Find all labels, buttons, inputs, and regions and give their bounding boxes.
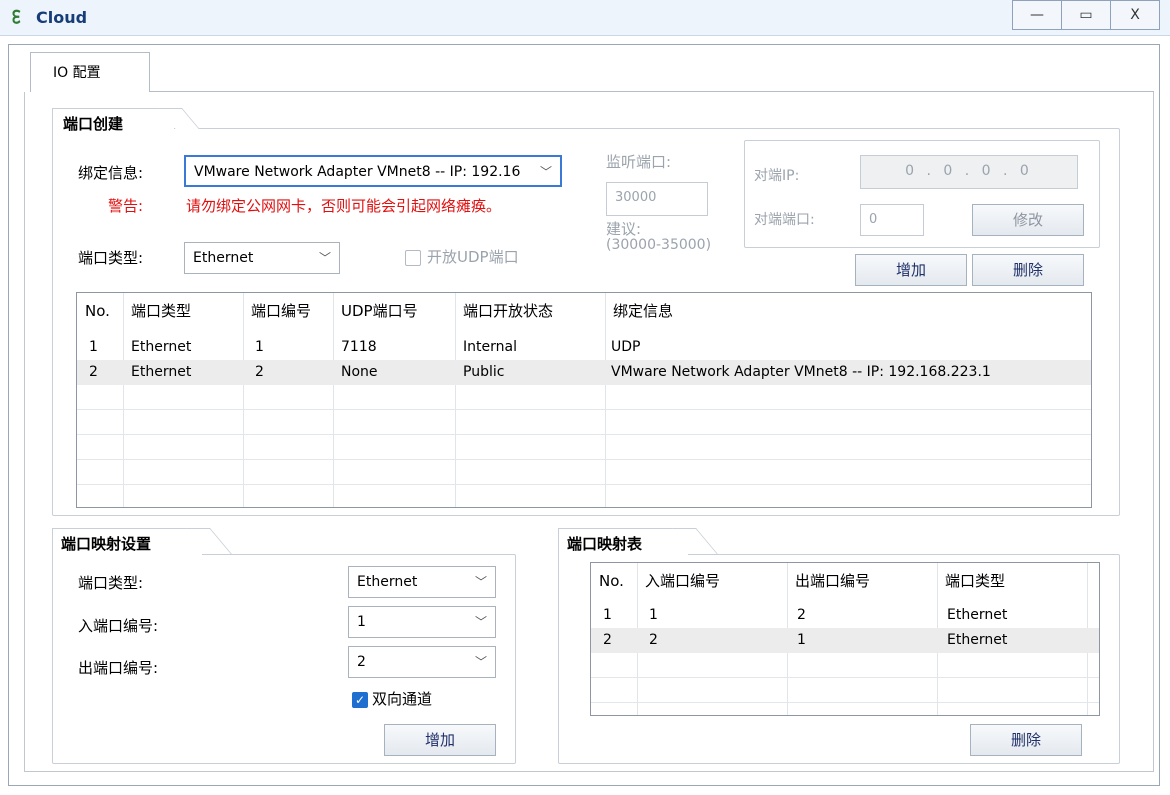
- cell-bind: UDP: [611, 339, 641, 355]
- chevron-down-icon: ﹀: [474, 615, 487, 629]
- map-type-label: 端口类型:: [78, 574, 144, 592]
- cell-no: 1: [603, 607, 612, 623]
- ports-table[interactable]: No. 端口类型 端口编号 UDP端口号 端口开放状态 绑定信息 1 Ether…: [76, 292, 1092, 508]
- cell-out: 1: [797, 632, 806, 648]
- map-header-type[interactable]: 端口类型: [937, 563, 1005, 599]
- cell-udp: None: [341, 364, 378, 380]
- listen-port-label: 监听端口:: [606, 153, 672, 171]
- in-port-value: 1: [357, 614, 366, 630]
- modify-button[interactable]: 修改: [972, 204, 1084, 236]
- peer-port-input[interactable]: 0: [860, 204, 924, 236]
- cell-in: 1: [649, 607, 658, 623]
- port-type-select-value: Ethernet: [193, 250, 254, 266]
- mapping-table[interactable]: No. 入端口编号 出端口编号 端口类型 1 1 2 Ethernet 2 2 …: [590, 562, 1100, 716]
- peer-ip-input[interactable]: 0 . 0 . 0 . 0: [860, 155, 1078, 189]
- map-header-in[interactable]: 入端口编号: [637, 563, 720, 599]
- map-header-no[interactable]: No.: [591, 563, 624, 599]
- chevron-down-icon: ﹀: [539, 165, 552, 179]
- cell-no: 2: [603, 632, 612, 648]
- chevron-down-icon: ﹀: [474, 575, 487, 589]
- chevron-down-icon: ﹀: [474, 655, 487, 669]
- bind-label: 绑定信息:: [78, 164, 144, 182]
- add-mapping-button[interactable]: 增加: [384, 724, 496, 756]
- cell-number: 1: [255, 339, 264, 355]
- ports-header-no[interactable]: No.: [77, 293, 110, 329]
- out-port-value: 2: [357, 654, 366, 670]
- map-header-out[interactable]: 出端口编号: [787, 563, 870, 599]
- mapping-settings-heading: 端口映射设置: [52, 528, 202, 560]
- add-port-button[interactable]: 增加: [855, 254, 967, 286]
- cell-type: Ethernet: [131, 339, 192, 355]
- peer-port-label: 对端端口:: [754, 212, 815, 228]
- ports-header-udp[interactable]: UDP端口号: [333, 293, 418, 329]
- warning-label: 警告:: [108, 197, 144, 215]
- cell-type: Ethernet: [131, 364, 192, 380]
- suggest-range: (30000-35000): [606, 237, 712, 253]
- table-row[interactable]: 2 2 1 Ethernet: [591, 628, 1099, 653]
- table-row[interactable]: 1 Ethernet 1 7118 Internal UDP: [77, 335, 1091, 360]
- title-bar: [0, 0, 1170, 36]
- table-row[interactable]: 1 1 2 Ethernet: [591, 603, 1099, 628]
- bind-select[interactable]: VMware Network Adapter VMnet8 -- IP: 192…: [184, 155, 562, 187]
- open-udp-checkbox[interactable]: [405, 250, 421, 266]
- out-port-label: 出端口编号:: [78, 659, 159, 677]
- cell-type: Ethernet: [947, 607, 1008, 623]
- ports-header-bind[interactable]: 绑定信息: [605, 293, 673, 329]
- bind-select-value: VMware Network Adapter VMnet8 -- IP: 192…: [194, 164, 521, 180]
- cell-status: Public: [463, 364, 505, 380]
- delete-port-button[interactable]: 删除: [972, 254, 1084, 286]
- cell-number: 2: [255, 364, 264, 380]
- tab-io-config[interactable]: IO 配置: [30, 52, 150, 92]
- bidirectional-label: 双向通道: [372, 690, 433, 708]
- cell-bind: VMware Network Adapter VMnet8 -- IP: 192…: [611, 364, 991, 380]
- port-create-heading: 端口创建: [52, 108, 174, 142]
- map-type-select[interactable]: Ethernet ﹀: [348, 566, 496, 598]
- cell-no: 2: [89, 364, 98, 380]
- in-port-label: 入端口编号:: [78, 617, 159, 635]
- peer-ip-label: 对端IP:: [754, 168, 800, 184]
- open-udp-label: 开放UDP端口: [427, 248, 519, 266]
- in-port-select[interactable]: 1 ﹀: [348, 606, 496, 638]
- table-row[interactable]: 2 Ethernet 2 None Public VMware Network …: [77, 360, 1091, 385]
- out-port-select[interactable]: 2 ﹀: [348, 646, 496, 678]
- close-button[interactable]: X: [1110, 0, 1160, 30]
- window-title: Cloud: [36, 8, 88, 27]
- ports-header-number[interactable]: 端口编号: [243, 293, 311, 329]
- cell-out: 2: [797, 607, 806, 623]
- ports-header-type[interactable]: 端口类型: [123, 293, 191, 329]
- listen-port-input[interactable]: 30000: [606, 182, 708, 216]
- warning-text: 请勿绑定公网网卡，否则可能会引起网络瘫痪。: [186, 197, 502, 215]
- mapping-table-heading: 端口映射表: [558, 528, 688, 560]
- ports-header-status[interactable]: 端口开放状态: [455, 293, 553, 329]
- cell-in: 2: [649, 632, 658, 648]
- port-type-label: 端口类型:: [78, 249, 144, 267]
- cell-no: 1: [89, 339, 98, 355]
- cell-type: Ethernet: [947, 632, 1008, 648]
- port-type-select[interactable]: Ethernet ﹀: [184, 242, 340, 274]
- bidirectional-checkbox[interactable]: ✓: [352, 692, 368, 708]
- cell-udp: 7118: [341, 339, 377, 355]
- maximize-button[interactable]: ▭: [1061, 0, 1111, 30]
- chevron-down-icon: ﹀: [318, 251, 331, 265]
- delete-mapping-button[interactable]: 删除: [970, 724, 1082, 756]
- cell-status: Internal: [463, 339, 517, 355]
- cloud-app-icon: ᢄ: [12, 8, 21, 29]
- map-type-value: Ethernet: [357, 574, 418, 590]
- minimize-button[interactable]: —: [1012, 0, 1062, 30]
